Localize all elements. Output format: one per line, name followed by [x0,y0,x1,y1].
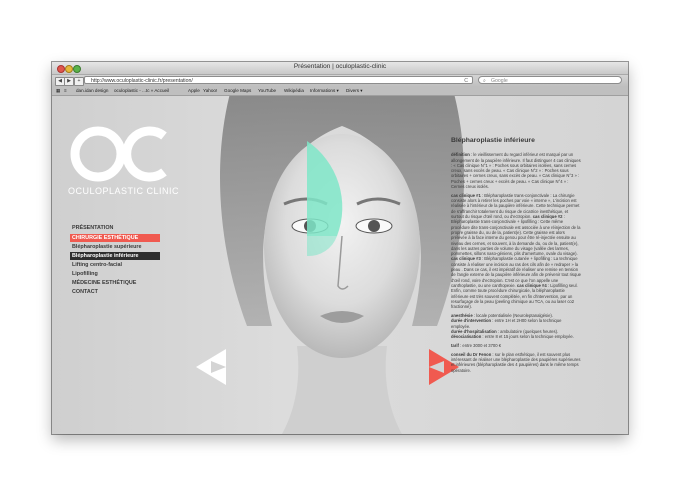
bookmark-item[interactable]: Wikipédia [284,87,304,95]
search-icon: ⌕ [483,78,486,84]
menu-item-lifting-centro-facial[interactable]: Lifting centro-facial [70,261,160,269]
article: Blépharoplastie inférieure définition : … [451,137,581,376]
menu-item-lipofilling[interactable]: Lipofilling [70,270,160,278]
search-input[interactable]: ⌕ Google [478,76,622,84]
bookmark-item[interactable]: Yahoo! [203,87,217,95]
bookmarks-bar: ▦ ≡ dan.idan design oculoplastic - ...tc… [52,87,628,96]
menu-item-medecine-esthetique[interactable]: MÉDECINE ESTHÉTIQUE [70,279,160,287]
address-bar[interactable]: http://www.oculoplastic-clinic.fr/presen… [84,76,473,84]
article-paragraph: définition : le vieillissement du regard… [451,152,581,190]
reload-icon[interactable]: C [464,77,468,85]
window-title: Présentation | oculoplastic-clinic [293,63,387,70]
browser-window: Présentation | oculoplastic-clinic ◀ ▶ +… [52,62,628,434]
browser-toolbar: ◀ ▶ + http://www.oculoplastic-clinic.fr/… [52,75,628,87]
logo-oc[interactable] [68,122,168,190]
bookmark-item[interactable]: dan.idan design [76,87,108,95]
article-paragraph: durée d'intervention : entre 1H et 2H00 … [451,318,562,329]
bookmark-item[interactable]: Google Maps [224,87,251,95]
add-bookmark-button[interactable]: + [74,77,84,86]
menu-item-blepharoplastie-inferieure[interactable]: Blépharoplastie inférieure [70,252,160,260]
reading-list-icon[interactable]: ≡ [64,87,67,95]
url-text: http://www.oculoplastic-clinic.fr/presen… [91,78,193,84]
page-content: OCULOPLASTIC CLINIC PRÉSENTATION CHIRURG… [52,96,628,434]
menu-item-chirurgie-esthetique[interactable]: CHIRURGIE ESTHÉTIQUE [70,234,160,242]
article-paragraph: conseil du Dr Fenon : sur le plan esthét… [451,351,581,373]
menu-item-contact[interactable]: CONTACT [70,288,160,296]
article-paragraph: désociaIisation : entre 8 et 15 jours se… [451,334,574,340]
search-placeholder: Google [491,78,508,84]
forward-button[interactable]: ▶ [64,77,74,86]
bookmark-item[interactable]: YouTube [258,87,276,95]
previous-arrow-icon[interactable] [196,349,230,385]
bookmark-item[interactable]: Informations ▾ [310,87,339,95]
window-titlebar: Présentation | oculoplastic-clinic [52,62,628,75]
article-paragraph: cas clinique #1 : Blépharoplastie trans-… [451,192,581,310]
menu-item-presentation[interactable]: PRÉSENTATION [70,224,160,232]
article-title: Blépharoplastie inférieure [451,137,535,144]
bookmarks-grid-icon[interactable]: ▦ [56,87,60,95]
bookmark-item[interactable]: Divers ▾ [346,87,363,95]
article-paragraph: tarif : entre 3000 et 3700 € [451,342,502,348]
bookmark-item[interactable]: Apple [188,87,200,95]
menu-item-blepharoplastie-superieure[interactable]: Blépharoplastie supérieure [70,243,160,251]
logo-text: OCULOPLASTIC CLINIC [68,186,180,196]
bookmark-item[interactable]: oculoplastic - ...tc » Accueil [114,87,169,95]
